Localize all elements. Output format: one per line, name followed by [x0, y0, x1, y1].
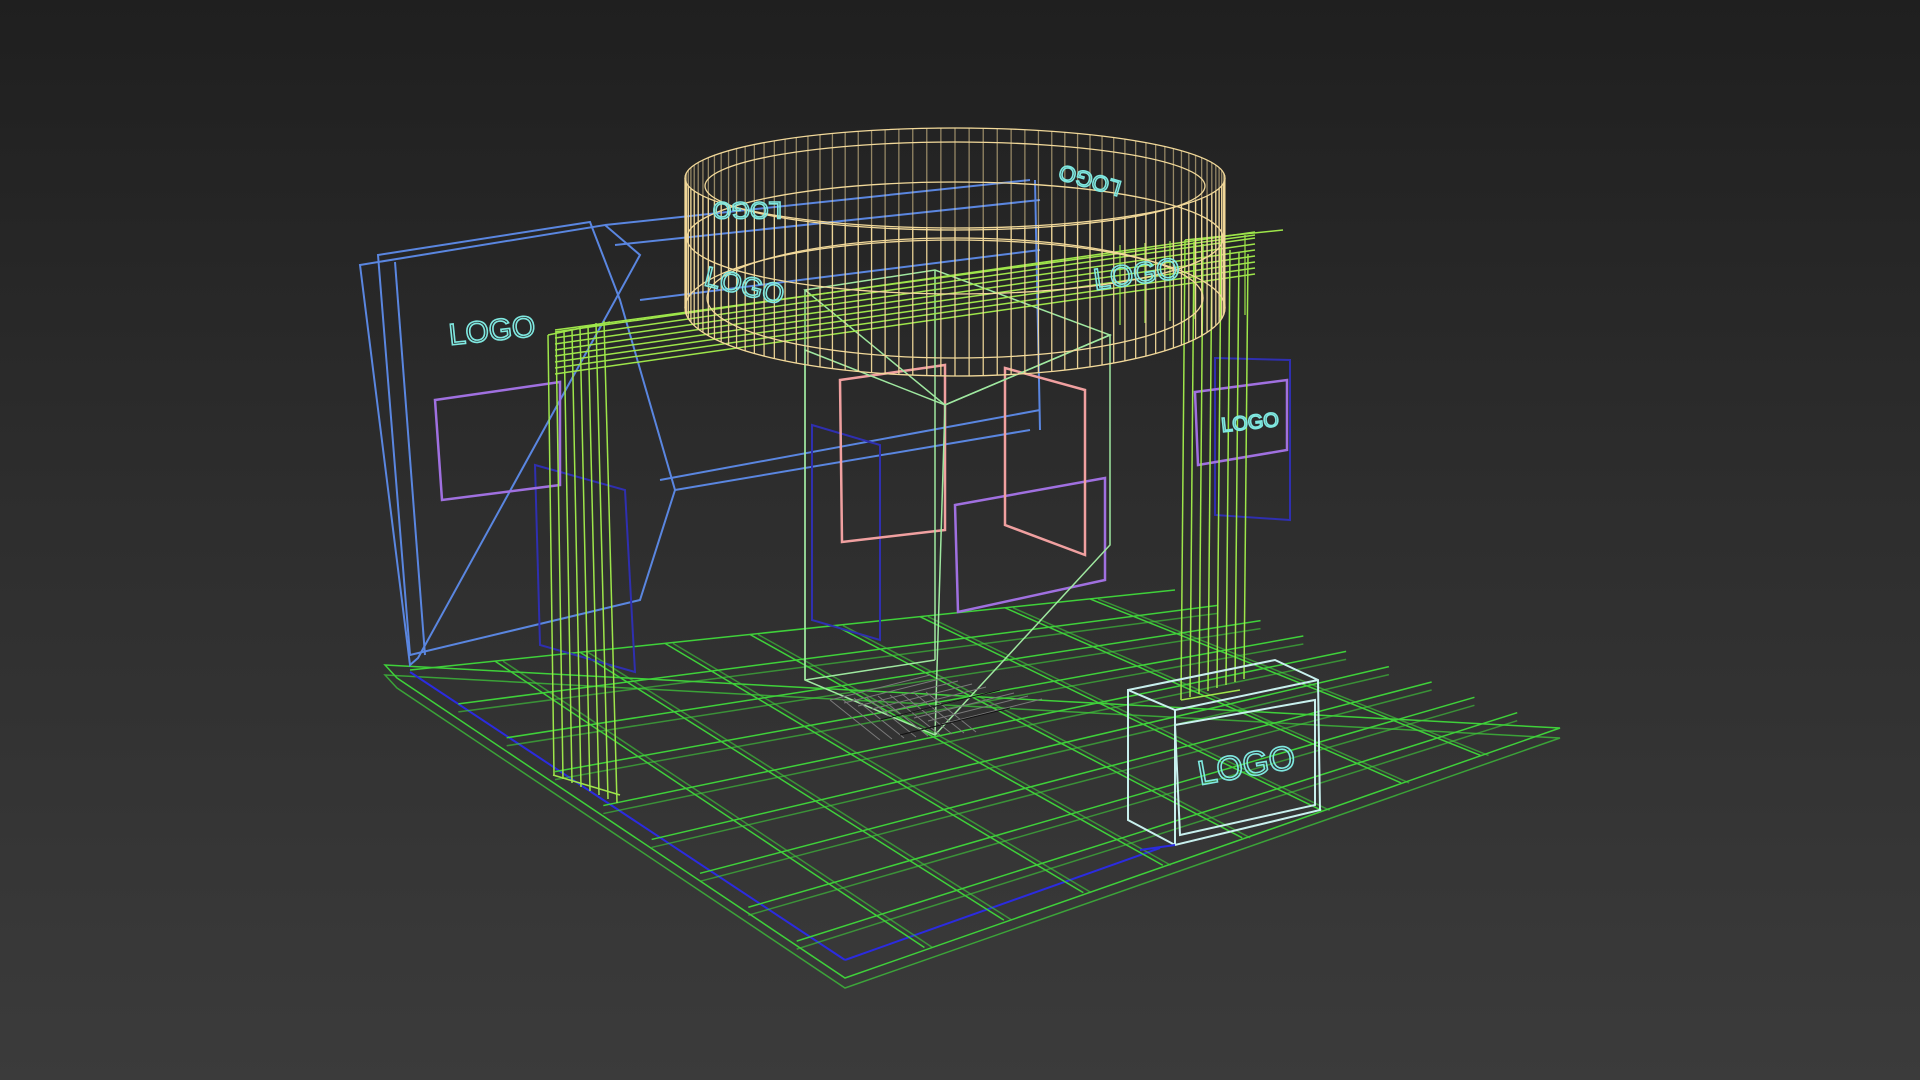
right-column-line: [1234, 251, 1240, 683]
left-column-line: [563, 330, 573, 784]
right-column-line: [1225, 249, 1231, 686]
back-wall: [358, 179, 1041, 667]
floor-grid-row: [796, 711, 1518, 942]
left-column-line: [571, 328, 582, 788]
floor-grid-row-double: [748, 704, 1475, 916]
ring-logo-back-left: LOGO: [713, 196, 782, 223]
floor-grid-row-double: [554, 643, 1304, 781]
floor-edge-line-2: [844, 847, 1161, 961]
pink-panel-right: [1003, 366, 1087, 557]
floor-grid-row: [748, 696, 1475, 908]
counter-edge-2: [1174, 679, 1319, 711]
floor-grid-col-double: [502, 660, 933, 949]
floor-grid-col-double: [757, 633, 1172, 866]
center-box-bottom: [804, 659, 936, 681]
purple-frames: [433, 378, 1289, 614]
navy-frames: [533, 356, 1291, 674]
wireframe-scene: LOGO LOGO LOGO LOGO LOGO LOGO LOGO: [358, 127, 1561, 989]
counter-edge: [1127, 689, 1176, 711]
floor-grid-row: [699, 681, 1432, 875]
purple-panel-wall: [433, 380, 562, 502]
floor-grid-col: [749, 633, 1164, 866]
wall-edge: [394, 261, 426, 656]
right-column-line: [1198, 243, 1204, 695]
left-column-line: [547, 334, 555, 776]
wall-top-edge: [604, 179, 1031, 226]
3d-viewport[interactable]: LOGO LOGO LOGO LOGO LOGO LOGO LOGO: [0, 0, 1920, 1080]
floor-edge-line: [409, 671, 846, 961]
wall-lower-edge-2: [674, 429, 1031, 491]
wall-mid-edge: [639, 249, 1041, 301]
floor-grid-row-double: [699, 689, 1432, 883]
floor-grid-col-double: [672, 642, 1092, 894]
floor-outline-thickness: [383, 674, 1561, 989]
right-column-line: [1189, 241, 1195, 698]
purple-panel-center: [953, 476, 1107, 614]
pink-frames: [838, 363, 1087, 557]
wall-logo: LOGO: [447, 310, 537, 352]
left-column-bottom: [552, 774, 621, 796]
column-logo: LOGO: [1220, 409, 1280, 437]
right-column-line: [1243, 253, 1249, 680]
floor-mesh-dark: [899, 707, 1011, 736]
floor-grid-lines: [409, 589, 1518, 950]
floor-mesh-line: [889, 694, 941, 736]
overhead-ring: [684, 127, 1226, 377]
wall-side-panel: [358, 223, 642, 667]
wall-lower-edge: [659, 409, 1041, 481]
counter-logo: LOGO: [1195, 738, 1298, 792]
